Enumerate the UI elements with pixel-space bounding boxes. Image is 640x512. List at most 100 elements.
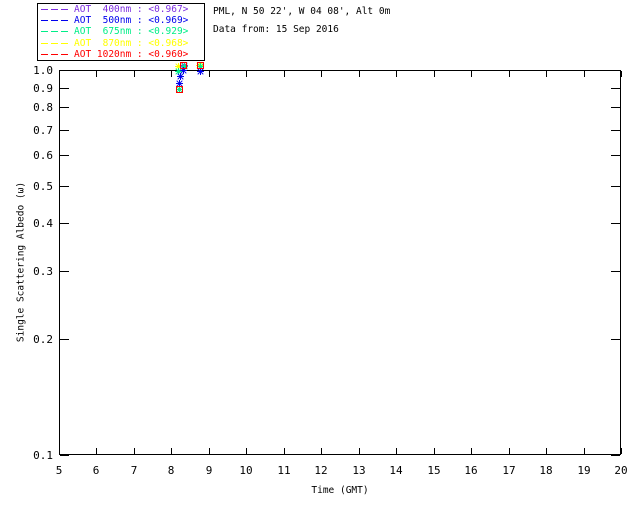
- y-axis-title: Single Scattering Albedo (ω): [15, 181, 27, 343]
- x-tick-label: 12: [314, 464, 328, 477]
- y-tick-left: [60, 339, 69, 340]
- legend-item-label: AOT 870nm : <0.968>: [74, 37, 189, 49]
- x-tick-top: [59, 71, 60, 77]
- legend-item-500nm: AOT 500nm : <0.969>: [41, 15, 204, 26]
- x-tick-bottom: [171, 448, 172, 454]
- legend-dash-line: [41, 53, 69, 55]
- y-tick-label: 0.9: [33, 82, 53, 95]
- x-tick-top: [359, 71, 360, 77]
- legend-item-label: AOT 1020nm : <0.960>: [74, 48, 189, 60]
- x-tick-bottom: [209, 448, 210, 454]
- y-tick-left: [60, 155, 69, 156]
- x-tick-label: 19: [577, 464, 591, 477]
- x-tick-label: 10: [239, 464, 253, 477]
- y-tick-right: [611, 88, 620, 89]
- y-tick-label: 0.2: [33, 333, 53, 346]
- legend-item-label: AOT 500nm : <0.969>: [74, 15, 189, 27]
- x-tick-top: [509, 71, 510, 77]
- x-tick-bottom: [134, 448, 135, 454]
- y-tick-left: [60, 186, 69, 187]
- legend-item-1020nm: AOT 1020nm : <0.960>: [41, 49, 204, 60]
- x-tick-top: [321, 71, 322, 77]
- x-tick-bottom: [396, 448, 397, 454]
- y-tick-right: [611, 107, 620, 108]
- y-tick-right: [611, 339, 620, 340]
- y-tick-left: [60, 88, 69, 89]
- x-tick-bottom: [584, 448, 585, 454]
- y-tick-label: 0.8: [33, 101, 53, 114]
- data-point-1020nm: [197, 62, 206, 71]
- x-tick-label: 9: [205, 464, 213, 477]
- y-tick-label: 0.1: [33, 449, 53, 462]
- y-tick-right: [611, 130, 620, 131]
- y-tick-label: 0.5: [33, 180, 53, 193]
- legend-dash-line: [41, 20, 69, 22]
- y-tick-right: [611, 271, 620, 272]
- x-axis-title: Time (GMT): [311, 485, 369, 496]
- x-tick-top: [96, 71, 97, 77]
- y-tick-label: 0.3: [33, 265, 53, 278]
- x-tick-label: 17: [502, 464, 516, 477]
- x-tick-bottom: [359, 448, 360, 454]
- x-tick-top: [134, 71, 135, 77]
- y-tick-right: [611, 70, 620, 71]
- y-tick-right: [611, 455, 620, 456]
- x-tick-top: [171, 71, 172, 77]
- x-tick-label: 6: [92, 464, 100, 477]
- x-tick-label: 20: [614, 464, 628, 477]
- site-title: PML, N 50 22', W 04 08', Alt 0m: [213, 6, 391, 17]
- x-tick-bottom: [321, 448, 322, 454]
- x-tick-top: [584, 71, 585, 77]
- y-tick-left: [60, 455, 69, 456]
- x-tick-bottom: [434, 448, 435, 454]
- x-tick-label: 13: [352, 464, 366, 477]
- data-point-1020nm: [176, 86, 185, 95]
- y-tick-label: 0.4: [33, 217, 53, 230]
- legend-item-label: AOT 675nm : <0.929>: [74, 26, 189, 38]
- x-tick-label: 14: [389, 464, 403, 477]
- y-tick-label: 0.7: [33, 124, 53, 137]
- x-tick-label: 16: [464, 464, 478, 477]
- y-tick-left: [60, 107, 69, 108]
- y-tick-right: [611, 186, 620, 187]
- legend-box: AOT 400nm : <0.967> AOT 500nm : <0.969> AO…: [37, 3, 205, 61]
- x-tick-bottom: [546, 448, 547, 454]
- x-tick-label: 8: [167, 464, 175, 477]
- legend-item-870nm: AOT 870nm : <0.968>: [41, 38, 204, 49]
- plot-window: AOT 400nm : <0.967> AOT 500nm : <0.969> AO…: [0, 0, 640, 512]
- x-tick-bottom: [471, 448, 472, 454]
- y-tick-left: [60, 130, 69, 131]
- y-tick-label: 0.6: [33, 149, 53, 162]
- y-tick-right: [611, 223, 620, 224]
- legend-item-675nm: AOT 675nm : <0.929>: [41, 26, 204, 37]
- x-tick-bottom: [246, 448, 247, 454]
- y-tick-label: 1.0: [33, 64, 53, 77]
- x-tick-bottom: [59, 448, 60, 454]
- x-tick-top: [546, 71, 547, 77]
- legend-item-label: AOT 400nm : <0.967>: [74, 4, 189, 16]
- x-tick-top: [284, 71, 285, 77]
- x-tick-bottom: [284, 448, 285, 454]
- x-tick-bottom: [621, 448, 622, 454]
- y-tick-left: [60, 223, 69, 224]
- x-tick-bottom: [509, 448, 510, 454]
- plot-area: [59, 70, 621, 455]
- x-tick-label: 7: [130, 464, 138, 477]
- x-tick-label: 5: [55, 464, 63, 477]
- x-tick-label: 15: [427, 464, 441, 477]
- x-tick-label: 11: [277, 464, 291, 477]
- x-tick-label: 18: [539, 464, 553, 477]
- legend-dash-line: [41, 42, 69, 44]
- x-tick-top: [621, 71, 622, 77]
- legend-dash-line: [41, 31, 69, 33]
- legend-dash-line: [41, 9, 69, 11]
- y-tick-right: [611, 155, 620, 156]
- x-tick-top: [209, 71, 210, 77]
- x-tick-top: [246, 71, 247, 77]
- x-tick-top: [396, 71, 397, 77]
- x-tick-bottom: [96, 448, 97, 454]
- x-tick-top: [434, 71, 435, 77]
- legend-item-400nm: AOT 400nm : <0.967>: [41, 4, 204, 15]
- y-tick-left: [60, 70, 69, 71]
- date-subtitle: Data from: 15 Sep 2016: [213, 24, 339, 35]
